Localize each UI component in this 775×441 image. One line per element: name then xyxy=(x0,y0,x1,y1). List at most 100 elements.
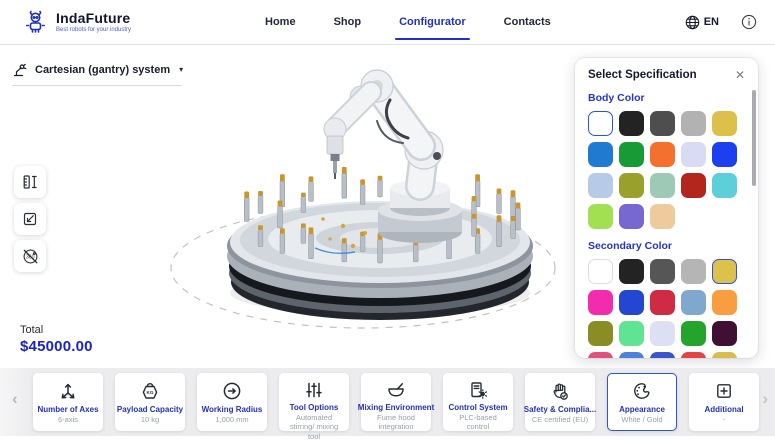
color-swatch[interactable] xyxy=(588,321,613,346)
hand-check-icon xyxy=(549,379,571,403)
color-swatch[interactable] xyxy=(681,259,706,284)
secondary-color-swatches xyxy=(588,259,745,358)
color-swatch[interactable] xyxy=(681,111,706,136)
card-title: Working Radius xyxy=(202,405,263,414)
color-swatch[interactable] xyxy=(681,352,706,358)
export-view-button[interactable] xyxy=(14,203,46,235)
info-icon xyxy=(741,14,757,30)
card-title: Appearance xyxy=(619,405,665,414)
card-title: Number of Axes xyxy=(37,405,98,414)
card-appearance[interactable]: Appearance White / Gold xyxy=(607,373,677,431)
card-value: White / Gold xyxy=(618,415,665,424)
close-icon[interactable]: ✕ xyxy=(735,69,745,81)
card-additional[interactable]: Additional - xyxy=(689,373,759,431)
spec-cards-bar: ‹ Number of Axes 6-axis KG Payloa xyxy=(0,368,775,436)
language-switcher[interactable]: EN xyxy=(685,15,719,30)
color-swatch[interactable] xyxy=(650,204,675,229)
color-swatch[interactable] xyxy=(588,111,613,136)
nav-home[interactable]: Home xyxy=(263,0,298,44)
radius-icon xyxy=(221,379,243,403)
rotate-360-disabled-button[interactable]: 360 xyxy=(14,240,46,272)
model-selector-label: Cartesian (gantry) system xyxy=(35,64,170,76)
spec-panel-title: Select Specification xyxy=(588,69,697,81)
color-swatch[interactable] xyxy=(712,111,737,136)
color-swatch[interactable] xyxy=(588,352,613,358)
color-swatch[interactable] xyxy=(619,321,644,346)
nav-contacts[interactable]: Contacts xyxy=(502,0,553,44)
card-title: Control System xyxy=(448,403,507,412)
brand-tagline: Best robots for your industry xyxy=(56,27,131,33)
color-swatch[interactable] xyxy=(712,259,737,284)
info-button[interactable] xyxy=(741,14,757,30)
brand-logo[interactable]: IndaFuture Best robots for your industry xyxy=(22,9,131,36)
card-title: Tool Options xyxy=(290,403,339,412)
color-swatch[interactable] xyxy=(712,173,737,198)
color-swatch[interactable] xyxy=(588,173,613,198)
configurator-stage: Cartesian (gantry) system ▾ xyxy=(0,44,775,368)
brand-name: IndaFuture xyxy=(56,11,131,26)
color-swatch[interactable] xyxy=(650,290,675,315)
card-payload-capacity[interactable]: KG Payload Capacity 10 kg xyxy=(115,373,185,431)
main-nav: Home Shop Configurator Contacts xyxy=(263,0,553,44)
export-arrow-icon xyxy=(21,210,39,228)
color-swatch[interactable] xyxy=(619,204,644,229)
color-swatch[interactable] xyxy=(681,321,706,346)
svg-text:KG: KG xyxy=(147,390,154,395)
color-swatch[interactable] xyxy=(650,142,675,167)
viewer-toolbar: 360 xyxy=(14,166,46,272)
body-color-swatches xyxy=(588,111,745,229)
color-swatch[interactable] xyxy=(712,290,737,315)
scroll-left-button[interactable]: ‹ xyxy=(12,390,18,407)
color-swatch[interactable] xyxy=(650,173,675,198)
color-swatch[interactable] xyxy=(619,352,644,358)
globe-icon xyxy=(685,15,700,30)
color-swatch[interactable] xyxy=(588,204,613,229)
total-amount: $45000.00 xyxy=(20,338,93,355)
sliders-icon xyxy=(303,379,325,401)
card-title: Safety & Complia... xyxy=(524,405,596,414)
card-safety-compliance[interactable]: Safety & Complia... CE certified (EU) xyxy=(525,373,595,431)
axes-icon xyxy=(57,379,79,403)
color-swatch[interactable] xyxy=(712,142,737,167)
color-swatch[interactable] xyxy=(681,173,706,198)
color-swatch[interactable] xyxy=(619,111,644,136)
nav-shop[interactable]: Shop xyxy=(332,0,364,44)
color-swatch[interactable] xyxy=(619,290,644,315)
color-swatch[interactable] xyxy=(588,290,613,315)
scroll-right-button[interactable]: › xyxy=(762,390,768,407)
color-swatch[interactable] xyxy=(588,142,613,167)
measure-tool-button[interactable] xyxy=(14,166,46,198)
nav-configurator[interactable]: Configurator xyxy=(397,0,468,44)
card-title: Mixing Environment xyxy=(358,403,434,412)
color-swatch[interactable] xyxy=(619,142,644,167)
robot-logo-icon xyxy=(22,9,49,36)
robot-arm-icon xyxy=(12,62,28,78)
color-swatch[interactable] xyxy=(619,173,644,198)
plc-gear-icon xyxy=(467,379,489,401)
color-swatch[interactable] xyxy=(650,259,675,284)
card-tool-options[interactable]: Tool Options Automated stirring/ mixing … xyxy=(279,373,349,431)
card-mixing-environment[interactable]: Mixing Environment Fume hood integration xyxy=(361,373,431,431)
panel-scrollbar[interactable] xyxy=(752,90,756,186)
color-swatch[interactable] xyxy=(588,259,613,284)
color-swatch[interactable] xyxy=(712,321,737,346)
card-value: Automated stirring/ mixing tool xyxy=(280,413,348,441)
color-swatch[interactable] xyxy=(681,142,706,167)
card-control-system[interactable]: Control System PLC-based control xyxy=(443,373,513,431)
color-swatch[interactable] xyxy=(650,111,675,136)
color-swatch[interactable] xyxy=(619,259,644,284)
card-working-radius[interactable]: Working Radius 1,000 mm xyxy=(197,373,267,431)
card-number-of-axes[interactable]: Number of Axes 6-axis xyxy=(33,373,103,431)
card-value: 10 kg xyxy=(138,415,162,424)
header: IndaFuture Best robots for your industry… xyxy=(0,0,775,45)
kg-weight-icon: KG xyxy=(139,379,161,403)
color-swatch[interactable] xyxy=(650,321,675,346)
secondary-color-label: Secondary Color xyxy=(588,240,745,252)
color-swatch[interactable] xyxy=(712,352,737,358)
body-color-label: Body Color xyxy=(588,92,745,104)
model-selector-dropdown[interactable]: Cartesian (gantry) system ▾ xyxy=(12,57,182,86)
color-swatch[interactable] xyxy=(650,352,675,358)
robot-3d-preview[interactable] xyxy=(165,50,575,352)
color-swatch[interactable] xyxy=(681,290,706,315)
card-value: Fume hood integration xyxy=(362,413,430,432)
